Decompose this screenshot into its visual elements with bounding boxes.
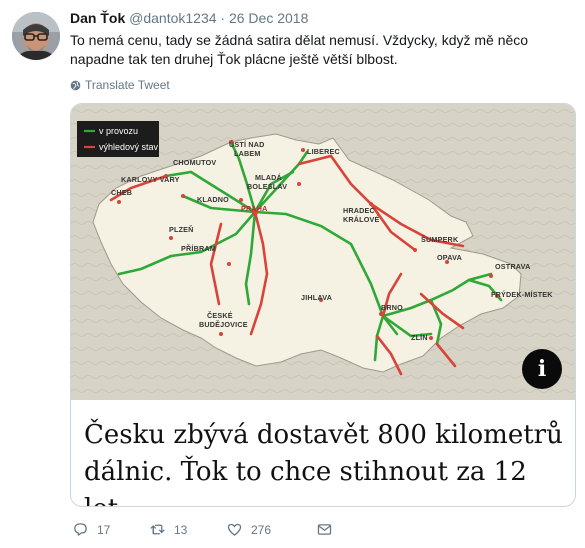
retweet-icon xyxy=(150,524,165,535)
city-label: LABEM xyxy=(234,149,261,158)
city-label: ŠUMPERK xyxy=(421,235,459,244)
reply-icon xyxy=(74,523,87,536)
city-label: KARLOVY VARY xyxy=(121,175,180,184)
retweet-button[interactable]: 13 xyxy=(149,521,226,538)
translate-tweet-link[interactable]: Translate Tweet xyxy=(70,78,170,92)
city-label: OPAVA xyxy=(437,253,462,262)
city-label: HRADEC xyxy=(343,206,375,215)
tweet-text: To nemá cenu, tady se žádná satira dělat… xyxy=(70,32,529,67)
reply-count: 17 xyxy=(97,522,111,537)
avatar[interactable] xyxy=(12,12,60,60)
globe-icon xyxy=(70,80,81,90)
city-label: FRÝDEK-MÍSTEK xyxy=(491,290,553,299)
author-name[interactable]: Dan Ťok xyxy=(70,10,125,26)
avatar-image xyxy=(12,12,60,60)
header-separator: · xyxy=(220,10,226,26)
city-label: LIBEREC xyxy=(307,147,340,156)
city-label: PŘÍBRAM xyxy=(181,244,216,253)
city-label: MLADÁ xyxy=(255,173,282,182)
city-label: BRNO xyxy=(381,303,403,312)
card-headline[interactable]: Česku zbývá dostavět 800 kilometrů dálni… xyxy=(84,417,569,506)
city-label: PLZEŇ xyxy=(169,225,194,234)
link-card[interactable]: ÚSTÍ NAD LABEM LIBEREC CHOMUTOV KARLOVY … xyxy=(70,103,576,507)
legend-planned: výhledový stav xyxy=(99,142,159,152)
tweet-date[interactable]: 26 Dec 2018 xyxy=(229,10,308,26)
city-label: BOLESLAV xyxy=(247,182,287,191)
tweet-actions: 17 13 276 xyxy=(72,521,333,538)
envelope-icon xyxy=(317,524,332,535)
map-legend: v provozu výhledový stav xyxy=(77,121,159,157)
legend-in-operation: v provozu xyxy=(99,126,138,136)
direct-message-button[interactable] xyxy=(316,521,333,538)
city-label: OSTRAVA xyxy=(495,262,530,271)
heart-icon xyxy=(227,523,242,536)
city-label: ÚSTÍ NAD xyxy=(229,140,265,149)
city-label: PRAHA xyxy=(241,204,268,213)
tweet-header: Dan Ťok @dantok1234 · 26 Dec 2018 xyxy=(70,10,308,26)
like-button[interactable]: 276 xyxy=(226,521,316,538)
author-handle[interactable]: @dantok1234 xyxy=(129,10,216,26)
retweet-count: 13 xyxy=(174,522,188,537)
info-icon[interactable]: i xyxy=(522,349,562,389)
city-label: KRÁLOVÉ xyxy=(343,215,380,224)
city-label: JIHLAVA xyxy=(301,293,332,302)
city-label: CHOMUTOV xyxy=(173,158,216,167)
city-label: ZLÍN xyxy=(411,333,428,342)
reply-button[interactable]: 17 xyxy=(72,521,149,538)
motorway-map: ÚSTÍ NAD LABEM LIBEREC CHOMUTOV KARLOVY … xyxy=(71,104,575,400)
city-label: KLADNO xyxy=(197,195,229,204)
translate-label: Translate Tweet xyxy=(85,78,170,92)
city-label: CHEB xyxy=(111,188,132,197)
city-label: ČESKÉ xyxy=(207,311,233,320)
city-label: BUDĚJOVICE xyxy=(199,320,248,329)
like-count: 276 xyxy=(251,522,272,537)
info-symbol: i xyxy=(537,356,547,382)
